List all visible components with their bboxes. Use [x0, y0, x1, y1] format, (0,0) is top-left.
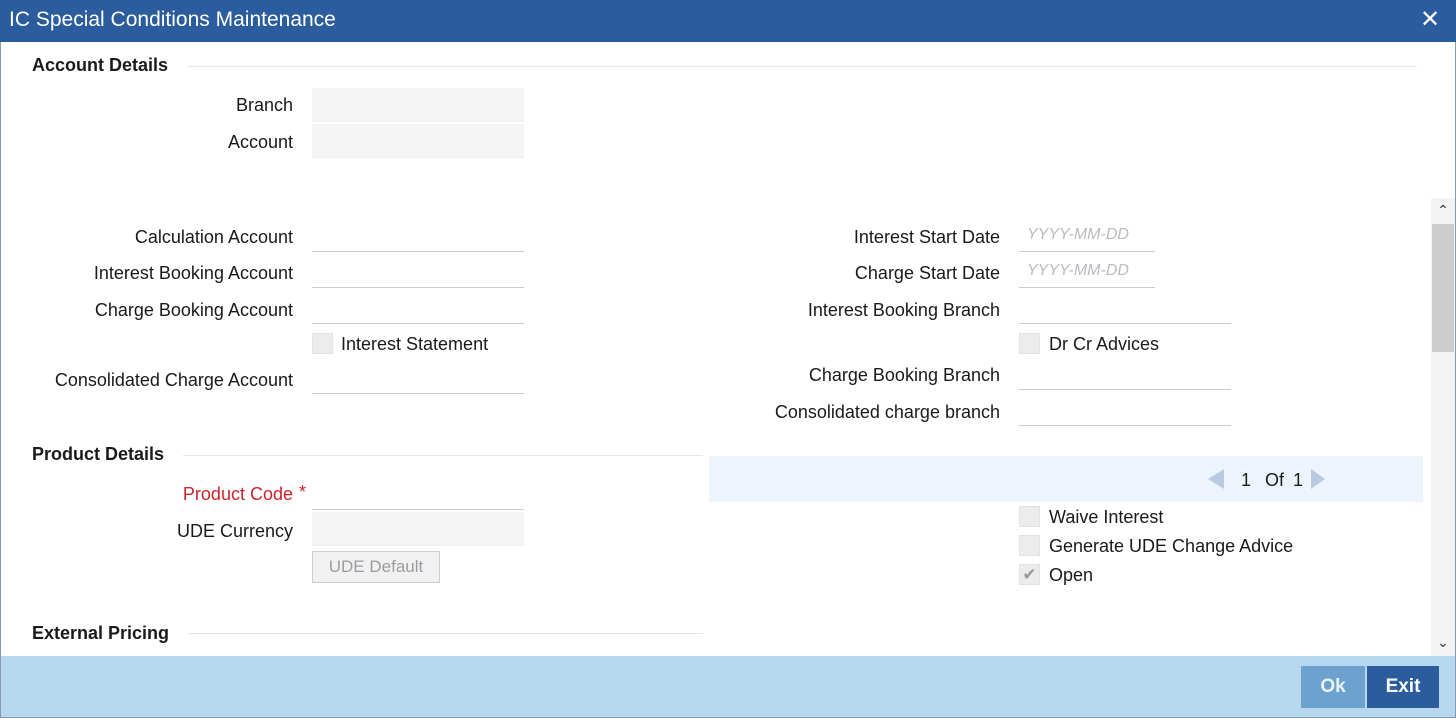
- waive-interest-label: Waive Interest: [1049, 507, 1164, 527]
- generate-ude-change-advice-label: Generate UDE Change Advice: [1049, 536, 1294, 556]
- interest-booking-account-field[interactable]: [312, 254, 524, 288]
- pager-current: 1: [1241, 470, 1252, 490]
- exit-button[interactable]: Exit: [1367, 666, 1439, 708]
- generate-ude-change-advice-checkbox[interactable]: [1019, 535, 1040, 556]
- branch-label: Branch: [235, 95, 293, 115]
- interest-booking-branch-field[interactable]: [1019, 290, 1231, 324]
- section-divider: [188, 633, 703, 634]
- dr-cr-advices-checkbox[interactable]: [1019, 333, 1040, 354]
- external-pricing-heading: External Pricing: [32, 623, 170, 643]
- title-bar: IC Special Conditions Maintenance ✕: [0, 0, 1456, 42]
- interest-statement-checkbox[interactable]: [312, 333, 333, 354]
- interest-start-date-label: Interest Start Date: [853, 227, 1000, 247]
- interest-booking-account-label: Interest Booking Account: [93, 263, 293, 283]
- section-divider: [183, 455, 703, 456]
- charge-booking-account-field[interactable]: [312, 290, 524, 324]
- ude-default-button[interactable]: UDE Default: [312, 551, 440, 583]
- account-label: Account: [227, 132, 293, 152]
- scroll-thumb[interactable]: [1432, 224, 1454, 352]
- charge-booking-account-label: Charge Booking Account: [94, 300, 293, 320]
- scroll-down-icon[interactable]: ⌄: [1433, 632, 1453, 652]
- ude-currency-label: UDE Currency: [176, 521, 293, 541]
- consolidated-charge-branch-label: Consolidated charge branch: [774, 402, 1000, 422]
- ude-currency-field[interactable]: [312, 512, 524, 546]
- open-label: Open: [1049, 565, 1094, 585]
- interest-statement-label: Interest Statement: [341, 334, 489, 354]
- footer-bar: Ok Exit: [1, 656, 1455, 717]
- product-details-heading: Product Details: [32, 444, 165, 464]
- next-page-icon[interactable]: [1311, 469, 1325, 489]
- pager-total: 1: [1293, 470, 1304, 490]
- calculation-account-label: Calculation Account: [134, 227, 293, 247]
- product-code-field[interactable]: [312, 476, 524, 510]
- charge-start-date-label: Charge Start Date: [854, 263, 1000, 283]
- previous-page-icon[interactable]: [1208, 469, 1224, 489]
- account-details-heading: Account Details: [32, 55, 169, 75]
- window-title: IC Special Conditions Maintenance: [9, 8, 336, 31]
- checkmark-icon: ✔: [1022, 565, 1037, 584]
- waive-interest-checkbox[interactable]: [1019, 506, 1040, 527]
- account-field[interactable]: [312, 124, 524, 158]
- charge-start-date-field[interactable]: [1019, 254, 1155, 288]
- consolidated-charge-branch-field[interactable]: [1019, 392, 1231, 426]
- interest-start-date-field[interactable]: [1019, 218, 1155, 252]
- pager-of-label: Of: [1265, 470, 1285, 490]
- section-divider: [187, 66, 1417, 67]
- scroll-up-icon[interactable]: ⌃: [1433, 200, 1453, 220]
- dr-cr-advices-label: Dr Cr Advices: [1049, 334, 1160, 354]
- interest-booking-branch-label: Interest Booking Branch: [807, 300, 1000, 320]
- dialog-body: Account Details Branch Account Calculati…: [0, 42, 1456, 718]
- charge-booking-branch-label: Charge Booking Branch: [808, 365, 1000, 385]
- open-checkbox[interactable]: ✔: [1019, 564, 1040, 585]
- consolidated-charge-account-label: Consolidated Charge Account: [54, 370, 293, 390]
- required-marker: *: [299, 482, 307, 502]
- close-icon[interactable]: ✕: [1416, 6, 1444, 34]
- branch-field[interactable]: [312, 88, 524, 122]
- charge-booking-branch-field[interactable]: [1019, 356, 1231, 390]
- product-code-label: Product Code: [182, 484, 293, 504]
- ok-button[interactable]: Ok: [1301, 666, 1365, 708]
- consolidated-charge-account-field[interactable]: [312, 360, 524, 394]
- calculation-account-field[interactable]: [312, 218, 524, 252]
